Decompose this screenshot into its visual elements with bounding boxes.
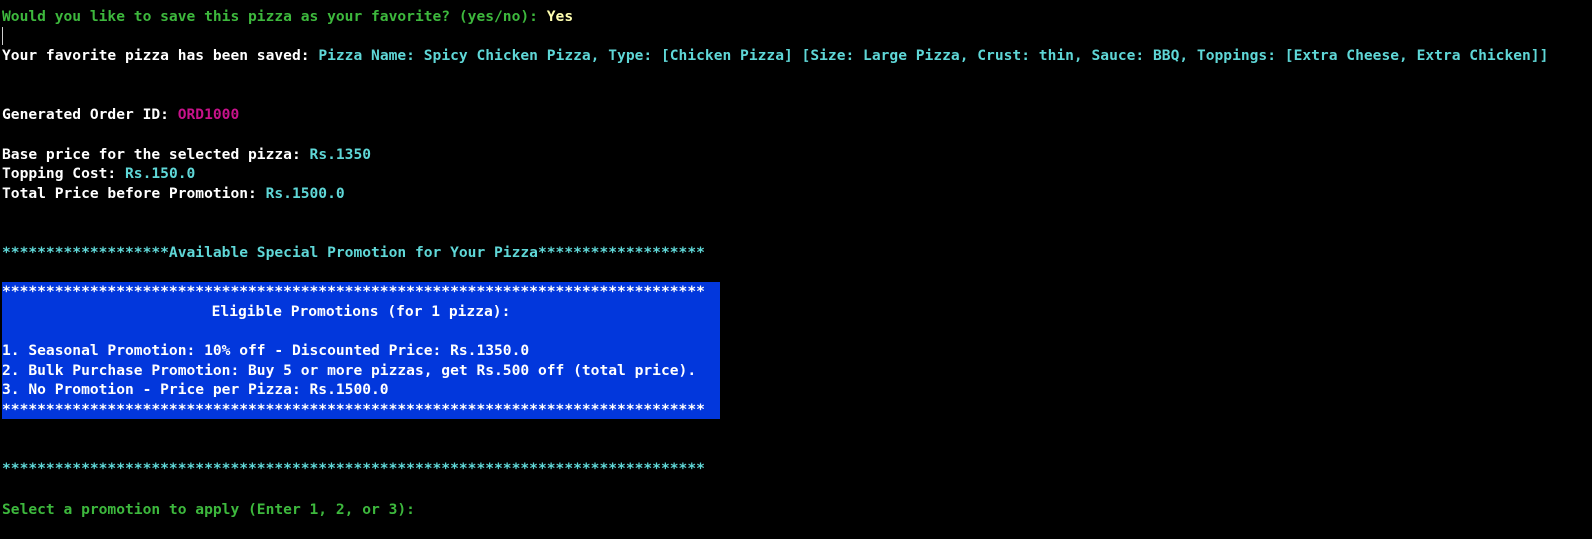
favorite-saved-line: Your favorite pizza has been saved: Pizz… [2,46,1548,65]
topping-cost-line: Topping Cost: Rs.150.0 [2,164,195,183]
total-price-value: Rs.1500.0 [265,185,345,202]
promo-option-3: 3. No Promotion - Price per Pizza: Rs.15… [2,381,389,398]
order-id-label: Generated Order ID: [2,106,178,123]
select-promotion-prompt-line[interactable]: Select a promotion to apply (Enter 1, 2,… [2,500,424,519]
promo-option-2: 2. Bulk Purchase Promotion: Buy 5 or mor… [2,362,697,379]
topping-cost-value: Rs.150.0 [125,165,196,182]
text-cursor [2,27,3,45]
favorite-saved-detail: Pizza Name: Spicy Chicken Pizza, Type: [… [318,47,1549,64]
total-price-label: Total Price before Promotion: [2,185,266,202]
base-price-line: Base price for the selected pizza: Rs.13… [2,145,371,164]
promo-box-border-bottom: ****************************************… [2,401,705,418]
order-id-value: ORD1000 [177,106,240,123]
save-favorite-prompt: Would you like to save this pizza as you… [2,8,547,25]
eligible-promotions-box: ****************************************… [2,282,720,419]
save-favorite-prompt-line: Would you like to save this pizza as you… [2,7,573,26]
select-promotion-prompt: Select a promotion to apply (Enter 1, 2,… [2,501,424,518]
promo-box-border-top: ****************************************… [2,283,705,300]
promo-option-1: 1. Seasonal Promotion: 10% off - Discoun… [2,342,530,359]
separator-line: ****************************************… [2,460,705,477]
promo-box-title: Eligible Promotions (for 1 pizza): [211,303,511,320]
promotion-header: *******************Available Special Pro… [2,244,705,261]
topping-cost-label: Topping Cost: [2,165,126,182]
favorite-saved-label: Your favorite pizza has been saved: [2,47,319,64]
order-id-line: Generated Order ID: ORD1000 [2,105,239,124]
total-price-line: Total Price before Promotion: Rs.1500.0 [2,184,345,203]
save-favorite-answer: Yes [546,8,574,25]
base-price-value: Rs.1350 [309,146,372,163]
base-price-label: Base price for the selected pizza: [2,146,310,163]
